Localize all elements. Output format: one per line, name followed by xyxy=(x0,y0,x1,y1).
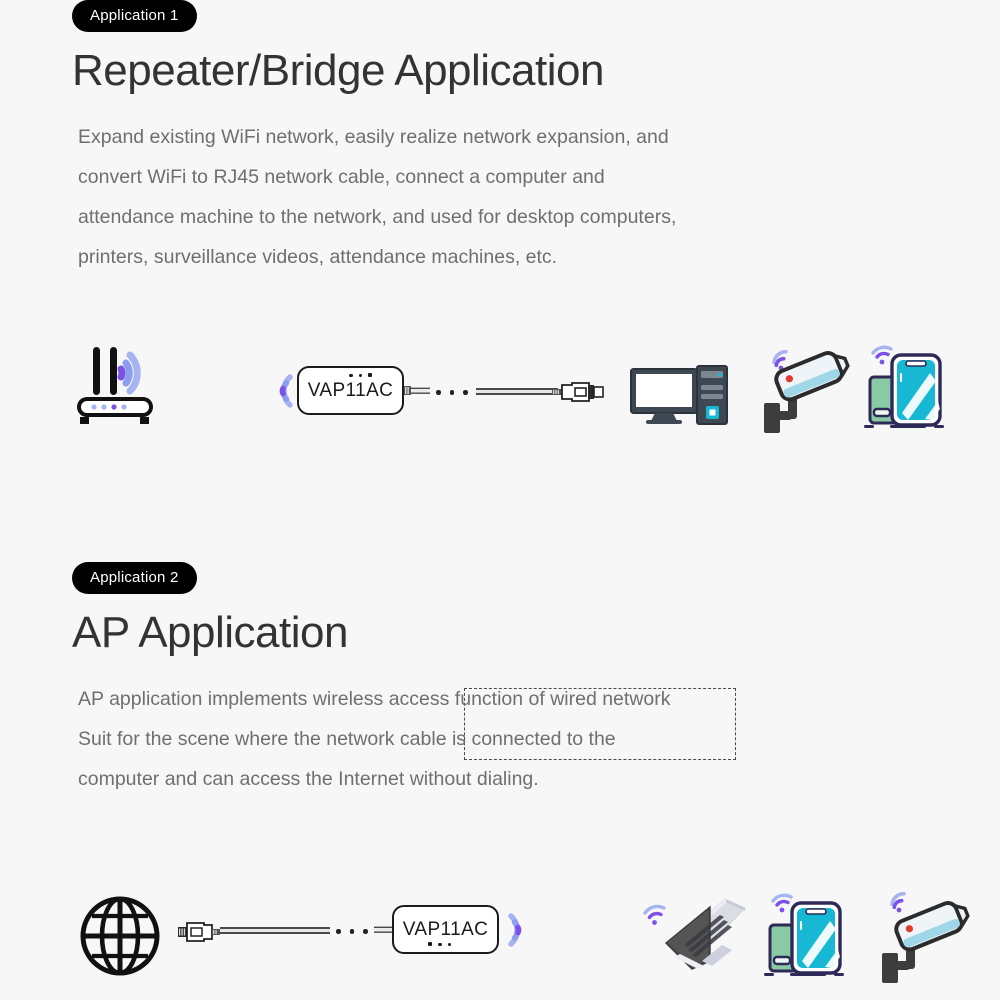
paragraph-application-2: AP application implements wireless acces… xyxy=(78,679,948,799)
section-application-1: Application 1 Repeater/Bridge Applicatio… xyxy=(0,0,1000,761)
rj45-connector-icon-1 xyxy=(552,379,612,405)
badge-application-1: Application 1 xyxy=(72,0,197,32)
vap11ac-device-box-2[interactable]: VAP11AC xyxy=(392,905,499,955)
headline-application-1: Repeater/Bridge Application xyxy=(72,46,604,95)
smartphone-icon-2 xyxy=(762,869,854,979)
paragraph-line: convert WiFi to RJ45 network cable, conn… xyxy=(78,166,605,189)
wifi-signal-left-icon xyxy=(262,371,296,411)
device-led-indicators xyxy=(349,373,372,378)
paragraph-application-1: Expand existing WiFi network, easily rea… xyxy=(78,117,948,277)
cable-continuation-dots-2 xyxy=(336,929,368,934)
paragraph-line: attendance machine to the network, and u… xyxy=(78,206,677,229)
cable-continuation-dots-1 xyxy=(436,390,468,395)
globe-internet-icon xyxy=(78,894,162,978)
diagram-ap-application: VAP11AC xyxy=(0,859,1000,989)
wifi-router-icon xyxy=(74,335,170,427)
headline-application-2: AP Application xyxy=(72,608,348,657)
paragraph-line: AP application implements wireless acces… xyxy=(78,688,671,711)
vap11ac-device-box-1[interactable]: VAP11AC xyxy=(297,366,404,416)
smartphone-icon-1 xyxy=(862,321,954,431)
paragraph-line: printers, surveillance videos, attendanc… xyxy=(78,246,558,269)
diagram-repeater-bridge: VAP11AC xyxy=(0,313,1000,761)
ethernet-cable-2 xyxy=(220,927,330,934)
wifi-signal-right-icon xyxy=(505,910,539,950)
desktop-monitor-icon xyxy=(630,368,702,426)
badge-application-2: Application 2 xyxy=(72,562,197,594)
paragraph-line: Expand existing WiFi network, easily rea… xyxy=(78,126,669,149)
application-scenarios-page: Application 1 Repeater/Bridge Applicatio… xyxy=(0,0,1000,1000)
pc-tower-icon xyxy=(696,365,730,427)
security-camera-icon-2 xyxy=(880,871,976,984)
paragraph-line: computer and can access the Internet wit… xyxy=(78,768,539,791)
paragraph-line: Suit for the scene where the network cab… xyxy=(78,728,616,751)
ethernet-cable-1 xyxy=(476,388,558,395)
section-application-2: Application 2 AP Application AP applicat… xyxy=(0,562,1000,989)
security-camera-icon-1 xyxy=(758,321,854,434)
device-cable-stub xyxy=(404,383,430,399)
laptop-icon xyxy=(640,881,760,977)
device-led-indicators xyxy=(428,942,451,947)
device-label: VAP11AC xyxy=(402,918,489,940)
device-label: VAP11AC xyxy=(307,379,394,401)
